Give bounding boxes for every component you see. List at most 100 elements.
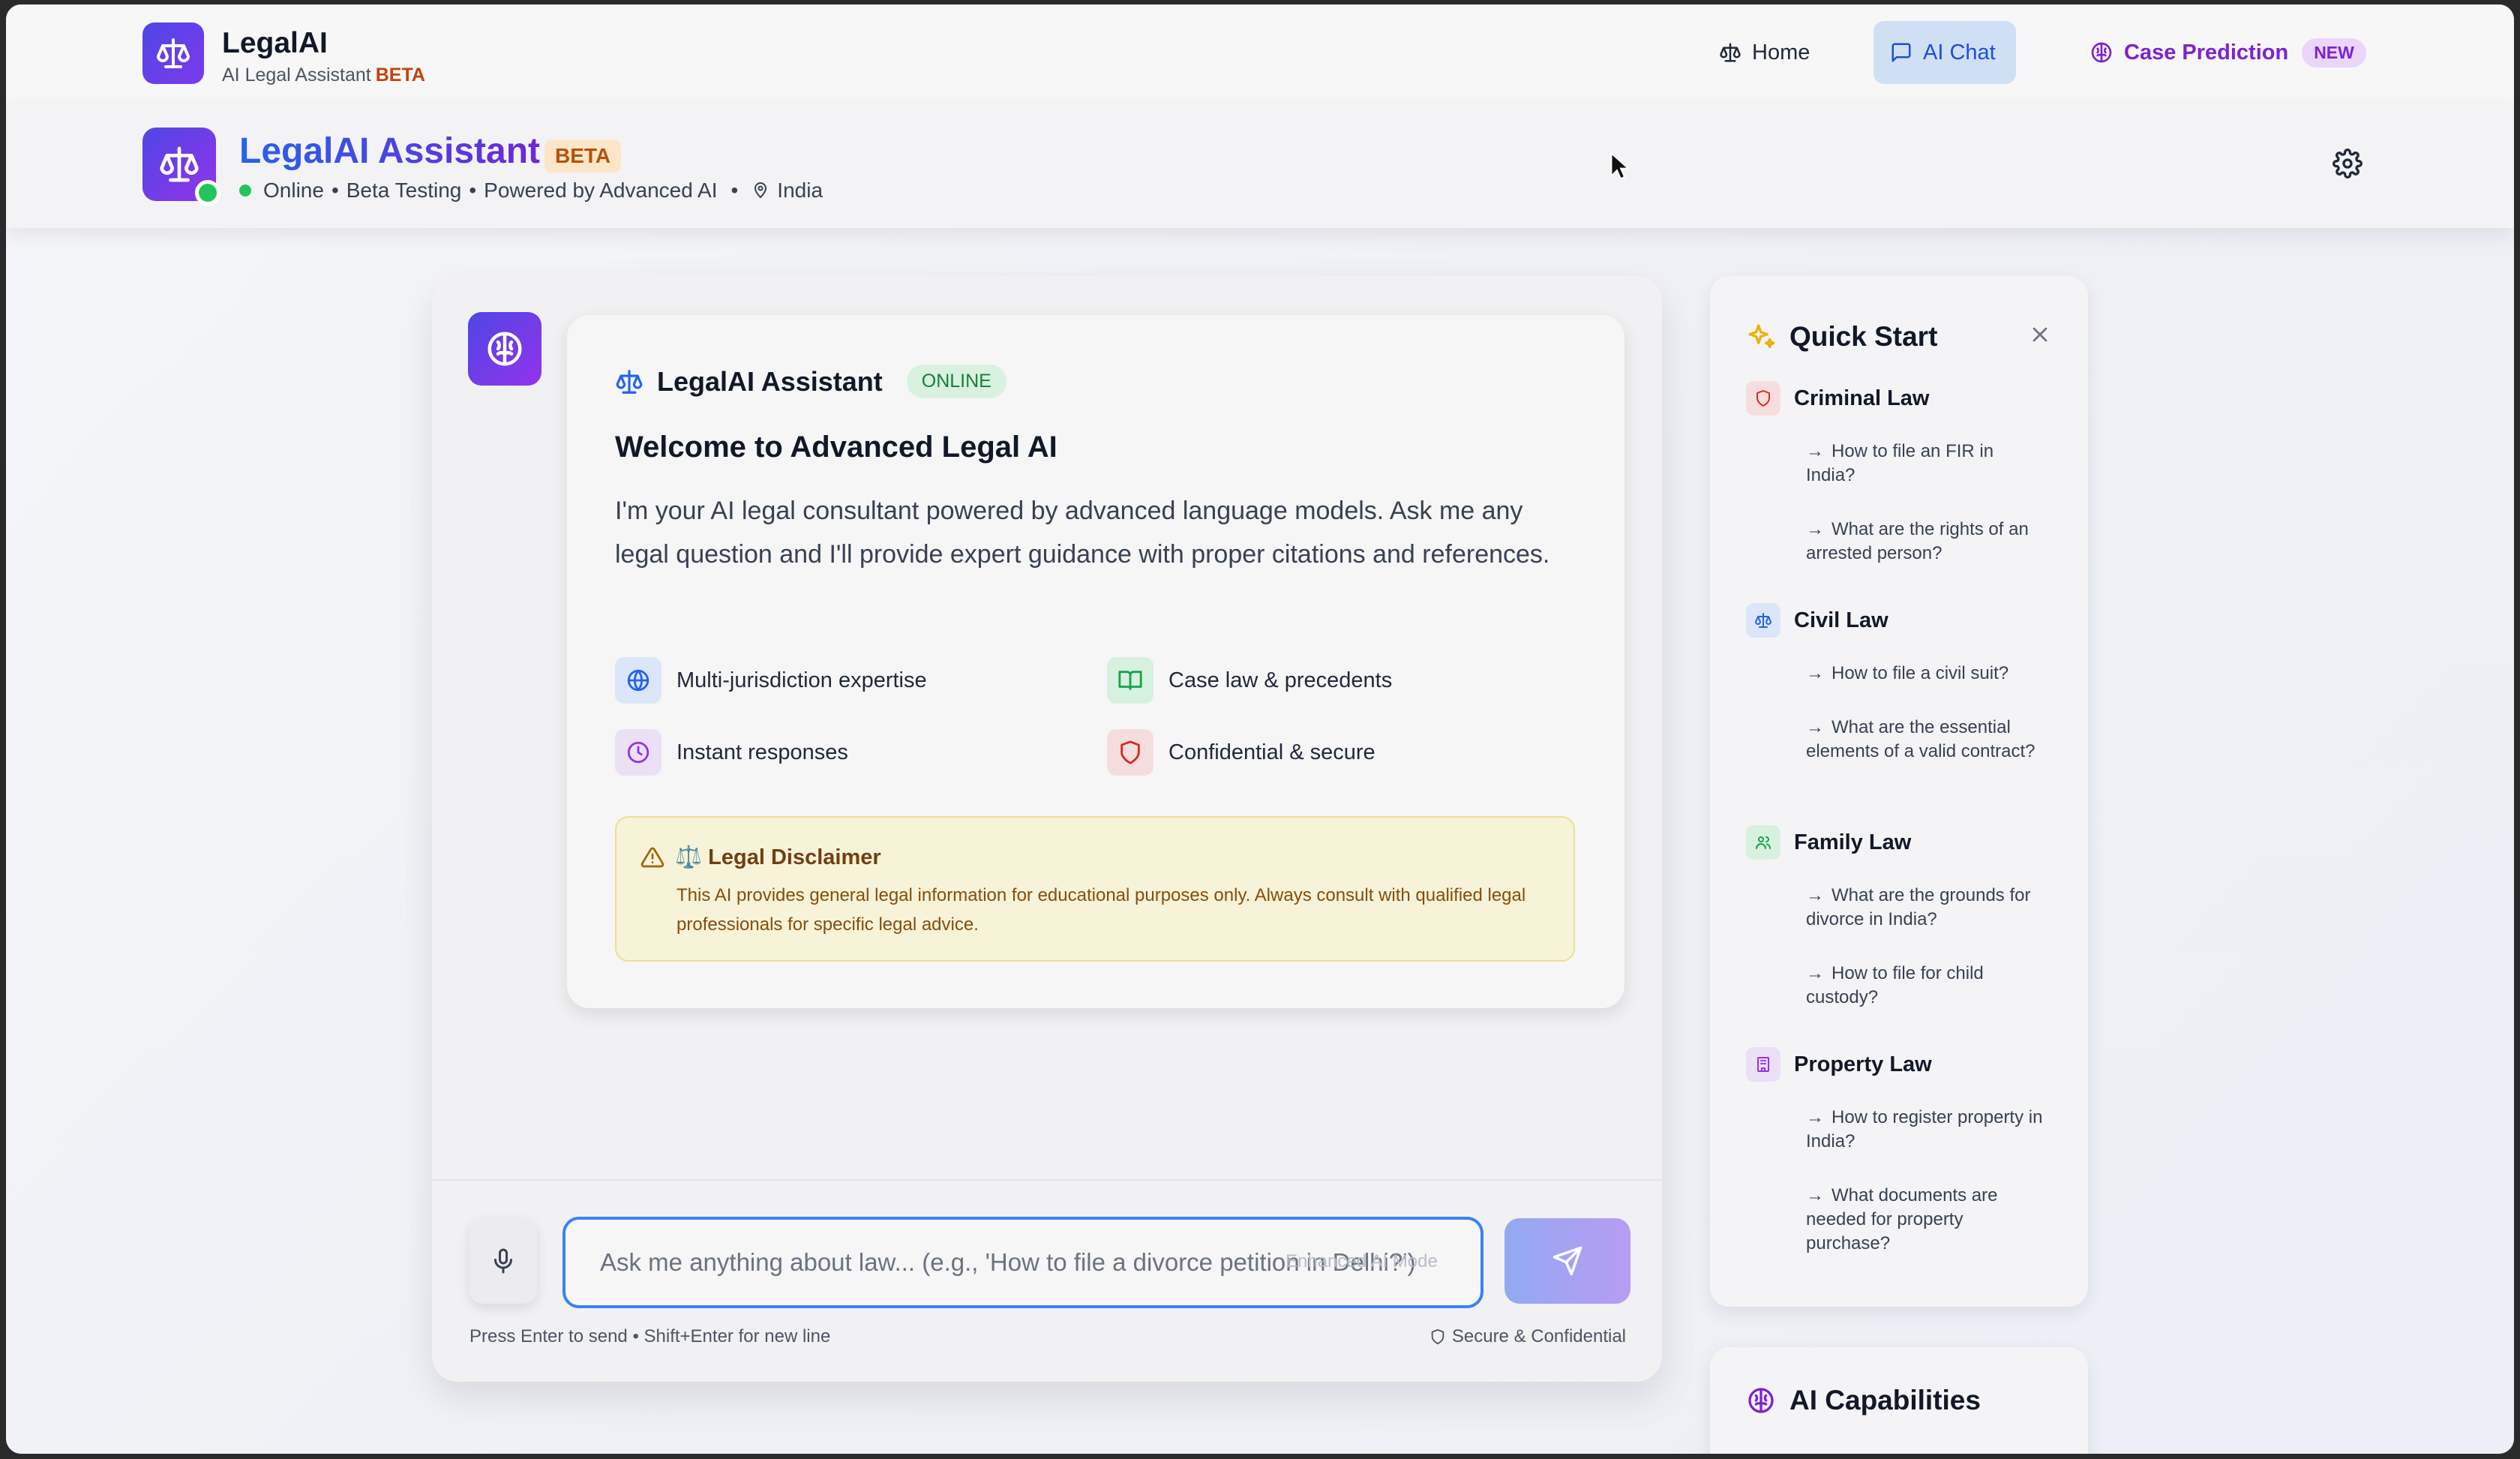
voice-input-button[interactable] (470, 1218, 537, 1304)
disclaimer-text: This AI provides general legal informati… (676, 885, 1526, 935)
mode-hint: Enhanced AI Mode (1286, 1251, 1438, 1271)
quick-start-panel: Quick Start Criminal Law → How to file an… (1710, 276, 2088, 1307)
status-powered: Powered by Advanced AI (484, 179, 718, 202)
welcome-message: LegalAI Assistant ONLINE Welcome to Adva… (567, 315, 1624, 1008)
disclaimer-title-text: ⚖️ Legal Disclaimer (675, 845, 881, 869)
top-nav: LegalAI AI Legal Assistant BETA Home AI C… (6, 5, 2514, 101)
shield-icon (1107, 729, 1154, 776)
scales-icon (1720, 43, 1741, 62)
quick-start-header: Quick Start (1746, 321, 1937, 353)
welcome-body: I'm your AI legal consultant powered by … (615, 497, 1550, 569)
capabilities-header: AI Capabilities (1746, 1385, 1981, 1416)
quick-question[interactable]: → How to file a civil suit? (1806, 662, 2046, 686)
message-input-wrap: Enhanced AI Mode (562, 1217, 1484, 1308)
settings-icon[interactable] (2332, 149, 2362, 179)
arrow-right-icon: → (1806, 963, 1824, 983)
arrow-right-icon: → (1806, 441, 1824, 461)
quick-question[interactable]: → What are the grounds for divorce in Ind… (1806, 884, 2046, 932)
quick-question-text: What are the essential elements of a val… (1806, 717, 2036, 761)
message-header: LegalAI Assistant ONLINE (615, 365, 1006, 398)
nav-ai-chat[interactable]: AI Chat (1874, 21, 2016, 84)
quick-question-text: How to file a civil suit? (1832, 663, 2009, 683)
quick-question-text: What documents are needed for property p… (1806, 1185, 1998, 1253)
arrow-right-icon: → (1806, 663, 1824, 683)
brain-icon (2091, 42, 2112, 63)
arrow-right-icon: → (1806, 1107, 1824, 1127)
category-family-law: Family Law (1746, 825, 1911, 860)
nav-home[interactable]: Home (1702, 21, 1826, 84)
book-icon (1107, 657, 1154, 704)
status-beta: Beta Testing (346, 179, 462, 202)
arrow-right-icon: → (1806, 519, 1824, 539)
quick-question[interactable]: → What documents are needed for property … (1806, 1184, 2046, 1256)
brain-icon (488, 332, 522, 366)
brand-beta-badge: BETA (375, 65, 425, 86)
nav-home-label: Home (1752, 40, 1810, 65)
separator: • (469, 179, 477, 202)
online-badge: ONLINE (906, 365, 1006, 398)
mouse-cursor-icon (1610, 152, 1630, 180)
feature-instant: Instant responses (615, 729, 848, 776)
send-icon (1552, 1246, 1582, 1276)
nav-case-prediction[interactable]: Case Prediction NEW (2073, 21, 2383, 84)
nav-prediction-label: Case Prediction (2124, 40, 2289, 65)
assistant-beta-badge: BETA (544, 140, 622, 173)
feature-label: Multi-jurisdiction expertise (676, 668, 927, 692)
warning-icon (640, 847, 664, 868)
feature-label: Instant responses (676, 740, 848, 764)
status-dot (239, 185, 251, 197)
scales-icon (1746, 603, 1780, 638)
feature-jurisdiction: Multi-jurisdiction expertise (615, 657, 927, 704)
status-online: Online (263, 179, 324, 202)
brand-sub-text: AI Legal Assistant (222, 65, 371, 86)
new-badge: NEW (2302, 38, 2366, 68)
brand-name: LegalAI (222, 27, 328, 59)
send-button[interactable] (1504, 1218, 1630, 1304)
globe-icon (615, 657, 662, 704)
category-civil-law: Civil Law (1746, 603, 1888, 638)
keyboard-hint: Press Enter to send • Shift+Enter for ne… (470, 1326, 831, 1346)
arrow-right-icon: → (1806, 885, 1824, 905)
sparkles-icon (1748, 324, 1775, 348)
ai-capabilities-panel: AI Capabilities (1710, 1347, 2088, 1454)
message-sender: LegalAI Assistant (657, 365, 883, 397)
quick-question[interactable]: → What are the rights of an arrested pers… (1806, 518, 2046, 566)
quick-question-text: What are the grounds for divorce in Indi… (1806, 885, 2031, 929)
quick-question[interactable]: → What are the essential elements of a va… (1806, 716, 2046, 764)
shield-icon (1746, 381, 1780, 416)
category-label: Family Law (1794, 830, 1912, 854)
users-icon (1746, 825, 1780, 860)
assistant-header: LegalAI Assistant BETA Online • Beta Tes… (6, 101, 2514, 228)
legal-disclaimer: ⚖️ Legal Disclaimer This AI provides gen… (615, 816, 1575, 962)
category-label: Criminal Law (1794, 386, 1930, 410)
brand-subtitle: AI Legal Assistant BETA (222, 65, 425, 86)
arrow-right-icon: → (1806, 717, 1824, 737)
online-indicator (195, 180, 220, 206)
brain-icon (1748, 1388, 1774, 1413)
map-pin-icon (754, 182, 767, 198)
category-property-law: Property Law (1746, 1047, 1932, 1082)
quick-question-text: How to file for child custody? (1806, 963, 1984, 1007)
quick-question[interactable]: → How to file an FIR in India? (1806, 440, 2046, 488)
close-icon[interactable] (2028, 323, 2052, 347)
quick-start-title: Quick Start (1790, 321, 1938, 352)
assistant-title: LegalAI Assistant (239, 131, 540, 171)
nav-chat-label: AI Chat (1923, 40, 1996, 65)
separator: • (331, 179, 339, 202)
feature-secure: Confidential & secure (1107, 729, 1376, 776)
quick-question[interactable]: → How to file for child custody? (1806, 962, 2046, 1010)
mic-icon (494, 1248, 512, 1274)
quick-question-text: What are the rights of an arrested perso… (1806, 519, 2029, 563)
feature-case-law: Case law & precedents (1107, 657, 1392, 704)
app-window: LegalAI AI Legal Assistant BETA Home AI C… (6, 5, 2514, 1454)
feature-label: Case law & precedents (1168, 668, 1393, 692)
building-icon (1746, 1047, 1780, 1082)
clock-icon (615, 729, 662, 776)
feature-label: Confidential & secure (1168, 740, 1376, 764)
shield-icon (1431, 1328, 1444, 1345)
bot-avatar (468, 312, 542, 386)
quick-question[interactable]: → How to register property in India? (1806, 1106, 2046, 1154)
capabilities-title: AI Capabilities (1790, 1385, 1981, 1415)
brand-logo[interactable] (142, 23, 204, 84)
scales-icon (160, 146, 199, 182)
